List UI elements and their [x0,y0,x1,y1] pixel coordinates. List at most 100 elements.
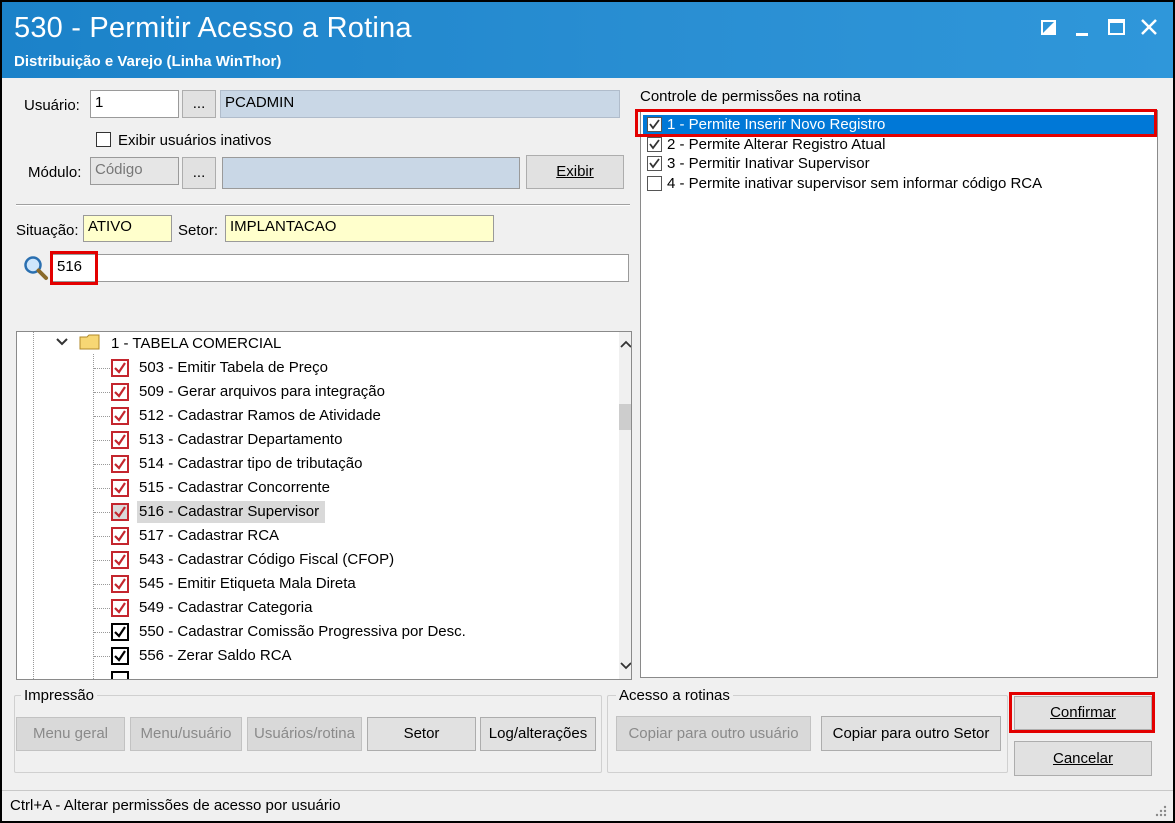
permission-item-4[interactable]: 4 - Permite inativar supervisor sem info… [643,174,1155,193]
show-inactive-label: Exibir usuários inativos [118,132,272,149]
tree-item-516[interactable]: 516 - Cadastrar Supervisor [17,500,607,524]
tree-item-label: 550 - Cadastrar Comissão Progressiva por… [139,623,466,640]
acesso-title: Acesso a rotinas [616,687,733,704]
tree-item-label: 513 - Cadastrar Departamento [139,431,343,448]
user-browse-button[interactable]: ... [182,90,216,118]
tree-item-label: 503 - Emitir Tabela de Preço [139,359,328,376]
routine-tree[interactable]: 1 - TABELA COMERCIAL 503 - Emitir Tabela… [16,331,632,680]
cancel-button[interactable]: Cancelar [1014,741,1152,776]
permission-label: 2 - Permite Alterar Registro Atual [667,136,886,153]
tree-item-partial[interactable] [17,668,607,679]
status-text: Ctrl+A - Alterar permissões de acesso po… [10,797,341,814]
confirm-highlight-box [1009,692,1155,733]
permission-item-3[interactable]: 3 - Permitir Inativar Supervisor [643,154,1155,173]
situacao-field: ATIVO [83,215,172,242]
usuarios-rotina-button[interactable]: Usuários/rotina [247,717,362,751]
tree-line [94,464,110,465]
divider [16,204,630,206]
tree-line [94,488,110,489]
checkbox-icon[interactable] [647,176,662,191]
folder-icon [79,333,101,351]
permissions-list[interactable]: 1 - Permite Inserir Novo Registro 2 - Pe… [640,110,1158,678]
red-checkbox-icon[interactable] [111,359,129,377]
permissions-title: Controle de permissões na rotina [640,88,861,105]
tree-item-label: 517 - Cadastrar RCA [139,527,280,544]
scrollbar-thumb[interactable] [619,404,631,430]
tree-line [94,440,110,441]
copy-to-user-button[interactable]: Copiar para outro usuário [616,716,811,751]
close-icon[interactable] [1135,16,1163,40]
tree-item-label: 512 - Cadastrar Ramos de Atividade [139,407,381,424]
tree-item-512[interactable]: 512 - Cadastrar Ramos de Atividade [17,404,607,428]
tree-scrollbar[interactable] [619,332,631,679]
copy-to-setor-button[interactable]: Copiar para outro Setor [821,716,1001,751]
setor-button[interactable]: Setor [367,717,476,751]
red-checkbox-icon[interactable] [111,503,129,521]
tree-item-543[interactable]: 543 - Cadastrar Código Fiscal (CFOP) [17,548,607,572]
red-checkbox-icon[interactable] [111,479,129,497]
module-code-input[interactable]: Código [90,157,179,185]
search-highlight-box [50,251,98,285]
minimize-icon[interactable] [1068,16,1096,40]
checkbox-icon[interactable] [647,156,662,171]
tree-item-517[interactable]: 517 - Cadastrar RCA [17,524,607,548]
tree-line [94,656,110,657]
checkbox-icon[interactable] [111,671,129,679]
chevron-up-icon[interactable] [620,338,631,350]
tree-item-514[interactable]: 514 - Cadastrar tipo de tributação [17,452,607,476]
tree-line [94,584,110,585]
red-checkbox-icon[interactable] [111,407,129,425]
menu-usuario-button[interactable]: Menu/usuário [130,717,242,751]
log-alteracoes-button[interactable]: Log/alterações [480,717,596,751]
restore-icon[interactable] [1034,16,1062,40]
tree-item-556[interactable]: 556 - Zerar Saldo RCA [17,644,607,668]
red-checkbox-icon[interactable] [111,455,129,473]
red-checkbox-icon[interactable] [111,575,129,593]
red-checkbox-icon[interactable] [111,599,129,617]
tree-line [94,632,110,633]
maximize-icon[interactable] [1102,16,1130,40]
module-label: Módulo: [28,164,82,181]
resize-grip-icon[interactable] [1153,803,1167,817]
tree-item-label: 515 - Cadastrar Concorrente [139,479,330,496]
status-bar: Ctrl+A - Alterar permissões de acesso po… [2,790,1173,821]
tree-line [94,368,110,369]
tree-item-513[interactable]: 513 - Cadastrar Departamento [17,428,607,452]
title-bar: 530 - Permitir Acesso a Rotina Distribui… [2,2,1173,78]
red-checkbox-icon[interactable] [111,527,129,545]
user-code-input[interactable]: 1 [90,90,179,118]
permission-item-2[interactable]: 2 - Permite Alterar Registro Atual [643,135,1155,154]
tree-line [94,512,110,513]
exibir-button[interactable]: Exibir [526,155,624,189]
tree-item-label: 543 - Cadastrar Código Fiscal (CFOP) [139,551,395,568]
tree-item-545[interactable]: 545 - Emitir Etiqueta Mala Direta [17,572,607,596]
module-browse-button[interactable]: ... [182,157,216,189]
red-checkbox-icon[interactable] [111,431,129,449]
tree-root-label[interactable]: 1 - TABELA COMERCIAL [111,335,281,352]
menu-geral-button[interactable]: Menu geral [16,717,125,751]
chevron-down-icon[interactable] [620,658,631,670]
tree-item-503[interactable]: 503 - Emitir Tabela de Preço [17,356,607,380]
checkbox-icon[interactable] [111,647,129,665]
red-checkbox-icon[interactable] [111,551,129,569]
situacao-label: Situação: [16,222,79,239]
tree-line [94,416,110,417]
tree-item-label: 509 - Gerar arquivos para integração [139,383,385,400]
tree-item-515[interactable]: 515 - Cadastrar Concorrente [17,476,607,500]
show-inactive-checkbox[interactable] [96,132,111,147]
exibir-button-label: Exibir [556,163,594,180]
checkbox-icon[interactable] [111,623,129,641]
checkbox-icon[interactable] [647,137,662,152]
main-window: 530 - Permitir Acesso a Rotina Distribui… [0,0,1175,823]
window-title: 530 - Permitir Acesso a Rotina [14,12,412,44]
tree-item-550[interactable]: 550 - Cadastrar Comissão Progressiva por… [17,620,607,644]
search-input[interactable]: 516 [52,254,629,282]
setor-field: IMPLANTACAO [225,215,494,242]
red-checkbox-icon[interactable] [111,383,129,401]
tree-item-549[interactable]: 549 - Cadastrar Categoria [17,596,607,620]
chevron-down-icon[interactable] [55,335,69,349]
tree-item-509[interactable]: 509 - Gerar arquivos para integração [17,380,607,404]
permission-label: 4 - Permite inativar supervisor sem info… [667,175,1043,192]
search-icon [22,254,50,282]
tree-item-label: 549 - Cadastrar Categoria [139,599,313,616]
